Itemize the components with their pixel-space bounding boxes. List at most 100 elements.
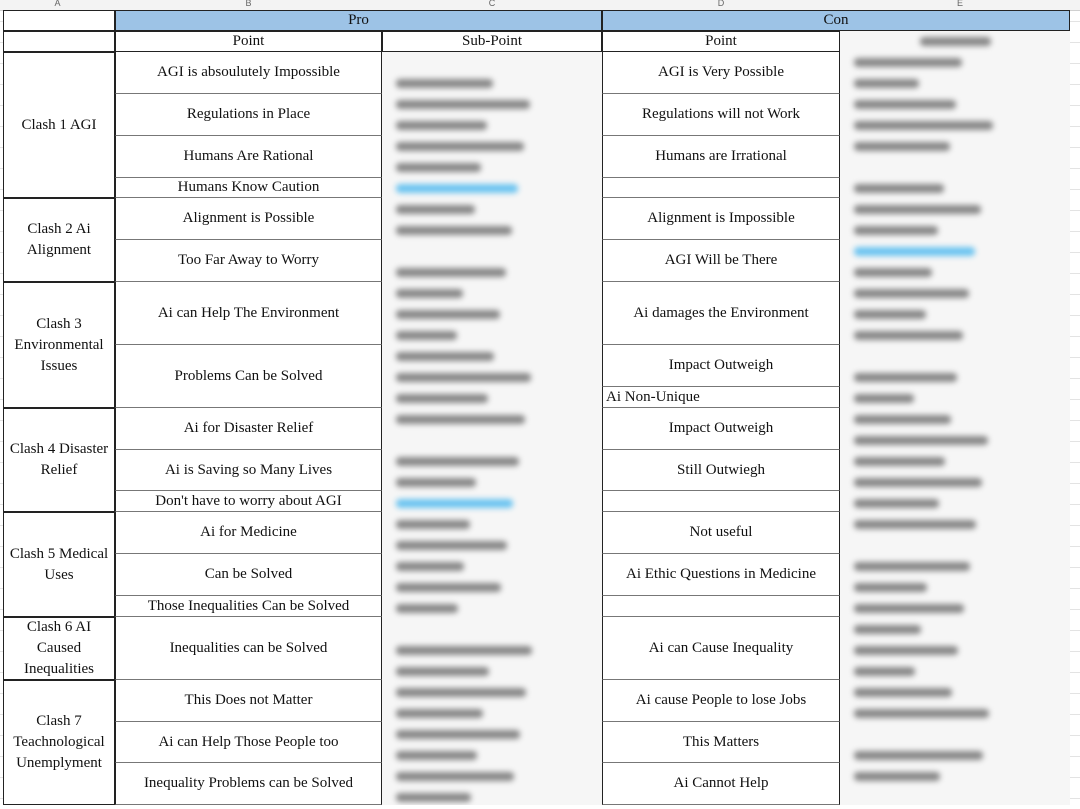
blurred-text bbox=[396, 457, 519, 466]
con-point-cell[interactable]: Still Outwiegh bbox=[602, 450, 840, 491]
cell-text: Not useful bbox=[689, 524, 753, 540]
clash-label[interactable]: Clash 2 Ai Alignment bbox=[3, 198, 115, 282]
blurred-text bbox=[854, 520, 976, 529]
cell-text: Clash 2 Ai Alignment bbox=[26, 221, 92, 258]
blurred-text bbox=[396, 667, 489, 676]
cell-text: Ai Non-Unique bbox=[606, 388, 700, 405]
cell-text: Ai for Medicine bbox=[200, 524, 297, 540]
cell-text: Still Outwiegh bbox=[677, 461, 765, 478]
cell-text: Clash 6 AI Caused Inequalities bbox=[24, 619, 94, 677]
blurred-text bbox=[396, 520, 470, 529]
blurred-text bbox=[854, 583, 927, 592]
blurred-text bbox=[854, 184, 944, 193]
cell-text: AGI is Very Possible bbox=[658, 64, 784, 80]
blurred-text bbox=[854, 604, 964, 613]
blurred-text bbox=[396, 751, 477, 760]
pro-point-cell[interactable]: Problems Can be Solved bbox=[115, 345, 382, 408]
con-point-cell[interactable] bbox=[602, 596, 840, 617]
con-point-cell[interactable]: Ai cause People to lose Jobs bbox=[602, 680, 840, 722]
blurred-text bbox=[396, 646, 532, 655]
cell-text: Alignment is Possible bbox=[182, 210, 315, 226]
blurred-text bbox=[396, 331, 457, 340]
blurred-text bbox=[396, 373, 531, 382]
pro-point-cell[interactable]: Humans Know Caution bbox=[115, 178, 382, 198]
blurred-text bbox=[854, 310, 926, 319]
pro-point-cell[interactable]: Ai can Help Those People too bbox=[115, 722, 382, 763]
cell-text: Ai Cannot Help bbox=[673, 775, 769, 791]
clash-label[interactable]: Clash 1 AGI bbox=[3, 52, 115, 198]
clash-label[interactable]: Clash 6 AI Caused Inequalities bbox=[3, 617, 115, 680]
cell-text: Point bbox=[232, 33, 265, 49]
pro-subpoint-header[interactable]: Sub-Point bbox=[382, 31, 602, 52]
clash-label[interactable]: Clash 7 Teachnological Unemplyment bbox=[3, 680, 115, 805]
blurred-text bbox=[854, 499, 939, 508]
pro-point-cell[interactable]: Regulations in Place bbox=[115, 94, 382, 136]
con-point-cell[interactable]: Alignment is Impossible bbox=[602, 198, 840, 240]
pro-point-cell[interactable]: Can be Solved bbox=[115, 554, 382, 596]
blurred-text bbox=[854, 58, 962, 67]
pro-point-cell[interactable]: Inequalities can be Solved bbox=[115, 617, 382, 680]
pro-point-cell[interactable]: Ai for Medicine bbox=[115, 512, 382, 554]
blurred-text bbox=[396, 226, 512, 235]
con-header[interactable]: Con bbox=[602, 10, 1070, 31]
pro-point-cell[interactable]: Those Inequalities Can be Solved bbox=[115, 596, 382, 617]
con-point-cell[interactable]: Humans are Irrational bbox=[602, 136, 840, 178]
pro-point-cell[interactable]: Inequality Problems can be Solved bbox=[115, 763, 382, 805]
pro-point-cell[interactable]: Ai is Saving so Many Lives bbox=[115, 450, 382, 491]
con-point-cell[interactable]: AGI is Very Possible bbox=[602, 52, 840, 94]
con-point-cell[interactable]: Ai damages the Environment bbox=[602, 282, 840, 345]
con-point-cell[interactable]: Not useful bbox=[602, 512, 840, 554]
con-point-cell[interactable]: Impact Outweigh bbox=[602, 345, 840, 387]
blurred-text bbox=[854, 289, 969, 298]
cell-text: Ai Ethic Questions in Medicine bbox=[626, 566, 816, 582]
pro-point-header[interactable]: Point bbox=[115, 31, 382, 52]
blurred-text bbox=[854, 247, 975, 256]
blurred-text bbox=[854, 646, 958, 655]
con-point-cell[interactable]: Impact Outweigh bbox=[602, 408, 840, 450]
clash-label[interactable]: Clash 5 Medical Uses bbox=[3, 512, 115, 617]
con-point-cell[interactable]: This Matters bbox=[602, 722, 840, 763]
blurred-text bbox=[854, 268, 932, 277]
blurred-text bbox=[854, 436, 988, 445]
con-point-cell[interactable]: Ai Non-Unique bbox=[602, 387, 840, 408]
cell-text: Humans Are Rational bbox=[183, 148, 314, 164]
con-point-cell[interactable]: Ai Cannot Help bbox=[602, 763, 840, 805]
blurred-text bbox=[396, 709, 483, 718]
pro-point-cell[interactable]: Humans Are Rational bbox=[115, 136, 382, 178]
pro-header[interactable]: Pro bbox=[115, 10, 602, 31]
blurred-text bbox=[854, 709, 989, 718]
cell-text: Ai can Help Those People too bbox=[158, 733, 339, 750]
clash-label[interactable]: Clash 3 Environmental Issues bbox=[3, 282, 115, 408]
pro-point-cell[interactable]: Ai for Disaster Relief bbox=[115, 408, 382, 450]
pro-point-cell[interactable]: This Does not Matter bbox=[115, 680, 382, 722]
pro-point-cell[interactable]: Too Far Away to Worry bbox=[115, 240, 382, 282]
cell-text: Ai can Cause Inequality bbox=[648, 639, 794, 656]
clash-label[interactable]: Clash 4 Disaster Relief bbox=[3, 408, 115, 512]
blurred-text bbox=[396, 121, 487, 130]
pro-point-cell[interactable]: Alignment is Possible bbox=[115, 198, 382, 240]
blurred-text bbox=[396, 184, 518, 193]
pro-point-cell[interactable]: AGI is absoulutely Impossible bbox=[115, 52, 382, 94]
con-point-cell[interactable]: Ai Ethic Questions in Medicine bbox=[602, 554, 840, 596]
blurred-text bbox=[396, 205, 475, 214]
pro-point-cell[interactable]: Ai can Help The Environment bbox=[115, 282, 382, 345]
blurred-text bbox=[854, 226, 938, 235]
con-point-cell[interactable] bbox=[602, 178, 840, 198]
empty-header-cell[interactable] bbox=[3, 31, 115, 52]
cell-text: This Does not Matter bbox=[184, 692, 313, 708]
cell-text: Sub-Point bbox=[461, 33, 522, 49]
con-point-cell[interactable] bbox=[602, 491, 840, 512]
con-point-cell[interactable]: Ai can Cause Inequality bbox=[602, 617, 840, 680]
blurred-text bbox=[396, 793, 471, 802]
pro-point-cell[interactable]: Don't have to worry about AGI bbox=[115, 491, 382, 512]
blurred-text bbox=[854, 667, 915, 676]
blurred-text bbox=[396, 100, 530, 109]
empty-corner-cell[interactable] bbox=[3, 10, 115, 31]
cell-text: Ai damages the Environment bbox=[633, 304, 809, 321]
con-point-cell[interactable]: AGI Will be There bbox=[602, 240, 840, 282]
blurred-text bbox=[854, 205, 981, 214]
con-point-header[interactable]: Point bbox=[602, 31, 840, 52]
con-point-cell[interactable]: Regulations will not Work bbox=[602, 94, 840, 136]
blurred-text bbox=[396, 772, 514, 781]
blurred-text bbox=[396, 352, 494, 361]
